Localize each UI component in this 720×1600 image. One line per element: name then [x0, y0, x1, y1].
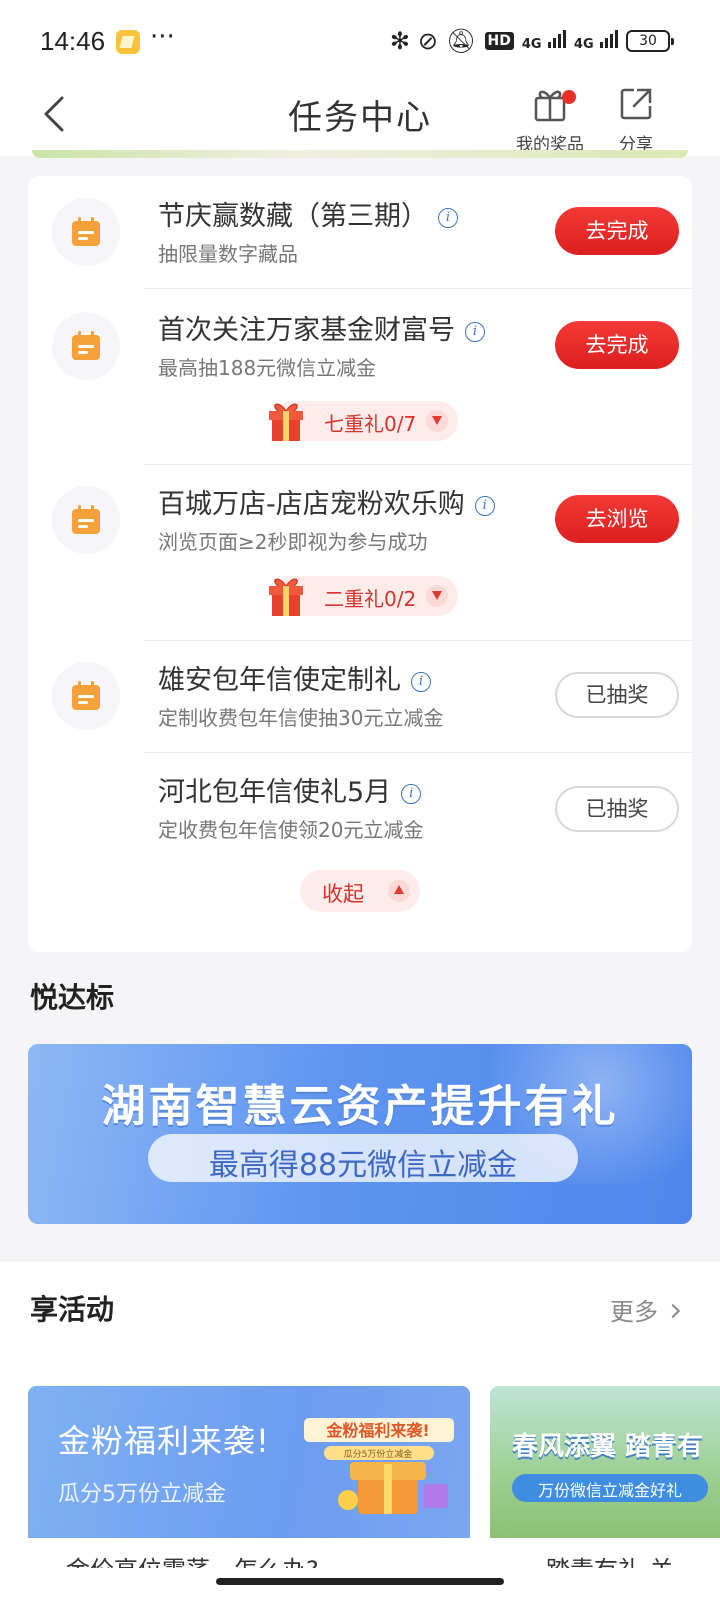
share-button[interactable]: 分享 [596, 84, 676, 155]
mute-bell-icon: 🔕︎ [446, 27, 477, 55]
activity-card-caption: 金价高位震荡，怎么办? [66, 1550, 466, 1568]
gift-tier-label: 七重礼0/7 [324, 412, 417, 436]
collapse-label: 收起 [322, 882, 364, 906]
status-time: 14:46 [40, 26, 106, 56]
activity-card-title: 金粉福利来袭! [58, 1422, 270, 1460]
task-title: 河北包年信使礼5月 i [158, 770, 422, 809]
nav-bar: 任务中心 我的奖品 分享 [0, 80, 720, 156]
info-icon[interactable]: i [411, 671, 431, 692]
calendar-icon [52, 198, 120, 266]
collapse-button[interactable]: 收起 [300, 870, 420, 912]
gift-tier-toggle[interactable]: 二重礼0/2 [269, 576, 458, 616]
task-claimed-button[interactable]: 已抽奖 [555, 786, 679, 832]
info-icon[interactable]: i [465, 321, 485, 342]
task-action-button[interactable]: 去完成 [555, 207, 679, 255]
activities-heading: 享活动 [30, 1293, 115, 1326]
new-prize-dot [562, 90, 576, 104]
signal-2-icon: 4G [574, 29, 618, 53]
divider [144, 464, 692, 465]
collapse-up-icon [388, 880, 410, 902]
calendar-icon [52, 312, 120, 380]
hd-voice-icon: HD [484, 32, 514, 50]
task-subtitle: 最高抽188元微信立减金 [158, 356, 377, 380]
activity-card[interactable]: 春风添翼 踏青有 万份微信立减金好礼 [490, 1386, 720, 1538]
task-action-button[interactable]: 去完成 [555, 321, 679, 369]
info-icon[interactable]: i [438, 207, 458, 228]
notification-app-icon [116, 30, 140, 54]
status-icons: ✻ ⊘ 🔕︎ HD 4G 4G 30 [389, 26, 674, 56]
gift-tier-toggle[interactable]: 七重礼0/7 [269, 401, 458, 441]
battery-icon: 30 [626, 30, 674, 52]
calendar-icon [52, 486, 120, 554]
activity-card-caption: 踏青有礼 关 [546, 1550, 720, 1568]
gift-box-icon [269, 578, 303, 616]
task-subtitle: 抽限量数字藏品 [158, 242, 298, 266]
yueda-heading: 悦达标 [30, 981, 115, 1014]
activity-card-subtitle: 瓜分5万份立减金 [58, 1482, 226, 1507]
calendar-icon [52, 662, 120, 730]
bluetooth-icon: ✻ [389, 27, 410, 55]
task-title: 雄安包年信使定制礼 i [158, 658, 431, 697]
expand-down-icon [426, 410, 448, 432]
task-subtitle: 定收费包年信使领20元立减金 [158, 818, 424, 842]
chevron-right-icon [665, 1303, 681, 1319]
divider [144, 288, 692, 289]
info-icon[interactable]: i [401, 783, 422, 804]
divider [144, 640, 692, 641]
promo-subtitle-pill: 最高得88元微信立减金 [148, 1134, 578, 1183]
task-action-button[interactable]: 去浏览 [555, 495, 679, 543]
task-title: 首次关注万家基金财富号 i [158, 308, 485, 347]
info-icon[interactable]: i [474, 495, 495, 516]
promo-banner-subtitle: 最高得88元微信立减金 [208, 1148, 518, 1183]
svg-text:瓜分5万份立减金: 瓜分5万份立减金 [344, 1448, 413, 1460]
divider [144, 752, 692, 753]
more-notifications-icon: ··· [150, 22, 175, 52]
my-prizes-button[interactable]: 我的奖品 [510, 84, 590, 155]
task-list-card: 节庆赢数藏（第三期） i 抽限量数字藏品 去完成 首次关注万家基金财富号 i 最高抽… [28, 176, 692, 952]
top-banner-edge [32, 150, 688, 158]
activity-card-title: 春风添翼 踏青有 [512, 1432, 704, 1462]
task-subtitle: 定制收费包年信使抽30元立减金 [158, 706, 444, 730]
task-subtitle: 浏览页面≥2秒即视为参与成功 [158, 530, 428, 554]
share-icon [620, 88, 652, 120]
gift-tier-label: 二重礼0/2 [324, 587, 417, 611]
gift-box-icon [269, 403, 303, 441]
home-indicator[interactable] [216, 1578, 504, 1585]
promo-banner-title: 湖南智慧云资产提升有礼 [101, 1081, 619, 1132]
svg-text:金粉福利来袭!: 金粉福利来袭! [325, 1421, 429, 1440]
gift-icon [534, 90, 566, 122]
activity-card[interactable]: 金粉福利来袭! 瓜分5万份立减金 金粉福利来袭! 瓜分5万份立减金 [28, 1386, 470, 1538]
more-link[interactable]: 更多 [610, 1292, 681, 1327]
expand-down-icon [426, 585, 448, 607]
activity-card-subtitle: 万份微信立减金好礼 [537, 1481, 682, 1500]
task-title: 节庆赢数藏（第三期） i [158, 194, 458, 233]
task-title: 百城万店-店店宠粉欢乐购 i [158, 482, 495, 521]
status-bar: 14:46 ··· ✻ ⊘ 🔕︎ HD 4G 4G 30 [0, 0, 720, 80]
activity-card-subtitle-pill: 万份微信立减金好礼 [512, 1474, 708, 1502]
task-claimed-button[interactable]: 已抽奖 [555, 672, 679, 718]
promo-banner[interactable]: 湖南智慧云资产提升有礼 最高得88元微信立减金 [28, 1044, 692, 1224]
signal-1-icon: 4G [522, 29, 566, 53]
treasure-chest-illustration: 金粉福利来袭! 瓜分5万份立减金 [304, 1418, 454, 1514]
link-icon: ⊘ [417, 27, 439, 55]
